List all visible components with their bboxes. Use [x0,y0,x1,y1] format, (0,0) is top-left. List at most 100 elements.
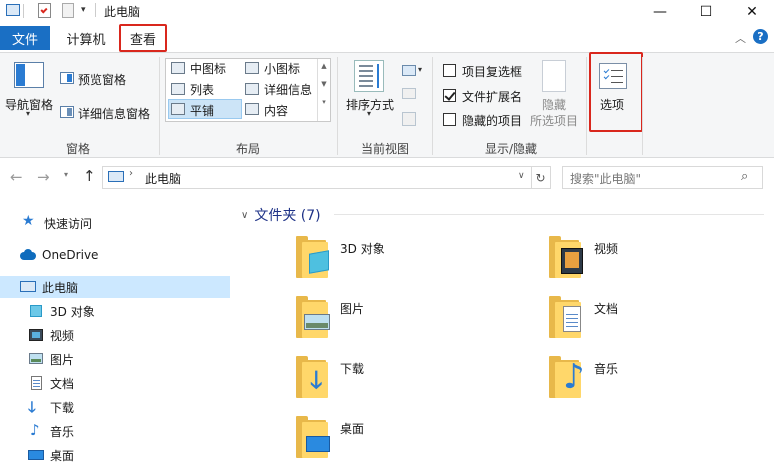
folder-item-pictures[interactable] [296,296,330,338]
ribbon-separator [432,57,433,155]
folder-icon: ♪ [549,356,585,398]
computer-icon [6,4,20,16]
chevron-down-icon: ▾ [418,65,423,74]
divider [95,3,96,17]
sidebar-item-label: 3D 对象 [50,304,95,319]
sidebar-item-onedrive[interactable]: OneDrive [0,244,230,266]
layout-list[interactable]: 列表 [190,81,214,98]
desktop-icon [28,448,44,462]
picture-icon [28,352,44,366]
properties-icon[interactable] [38,3,51,18]
minimize-button[interactable]: — [637,0,683,24]
preview-pane-button[interactable]: 预览窗格 [78,71,126,88]
folder-item-documents[interactable] [549,296,581,338]
folder-label: 3D 对象 [340,242,385,256]
sidebar-item-label: OneDrive [42,248,99,262]
small-icons-icon [245,62,259,74]
up-arrow-icon[interactable]: ↑ [83,167,96,185]
tiles-icon [171,103,185,115]
address-dropdown-icon[interactable]: ∨ [518,171,525,181]
layout-tiles[interactable]: 平铺 [190,102,214,119]
section-header-folders[interactable]: ∨ 文件夹 (7) [241,205,321,225]
medium-icons-icon [171,62,185,74]
ribbon-separator [337,57,338,155]
help-icon[interactable]: ? [753,29,768,44]
details-icon [245,83,259,95]
folder-item-videos[interactable] [549,236,583,278]
back-arrow-icon[interactable]: ← [10,168,23,186]
ribbon-separator [642,57,643,155]
folder-icon: 🡓 [296,356,328,398]
recent-locations-icon[interactable]: ▾ [64,170,68,179]
tab-view-highlight [119,24,167,52]
sidebar-item-desktop[interactable]: 桌面 [0,444,230,466]
folder-icon [549,236,583,278]
computer-icon [108,171,124,182]
file-extensions-label[interactable]: 文件扩展名 [462,88,522,105]
details-pane-button[interactable]: 详细信息窗格 [78,105,150,122]
breadcrumb-separator[interactable]: › [129,168,133,179]
sidebar-item-quick-access[interactable]: ★ 快速访问 [0,212,230,234]
collapse-ribbon-icon[interactable]: ︿ [735,30,746,46]
customize-toolbar-icon[interactable]: ▾ [81,5,86,15]
sidebar-item-label: 桌面 [50,448,75,463]
item-checkboxes-checkbox[interactable] [443,64,456,77]
details-pane-icon [60,106,74,118]
hidden-items-label[interactable]: 隐藏的项目 [462,112,522,129]
sidebar-item-3d-objects[interactable]: 3D 对象 [0,300,230,322]
hidden-items-checkbox[interactable] [443,113,456,126]
sidebar-item-videos[interactable]: 视频 [0,324,230,346]
download-icon: 🡓 [28,398,36,416]
layout-content[interactable]: 内容 [264,102,288,119]
hide-selected-label-2: 所选项目 [530,114,579,128]
folder-item-3d-objects[interactable] [296,236,329,278]
ribbon-separator [159,57,160,155]
file-extensions-checkbox[interactable] [443,89,456,102]
sidebar-item-this-pc[interactable]: 此电脑 [0,276,230,298]
chevron-down-icon: ∨ [241,209,249,221]
item-checkboxes-label[interactable]: 项目复选框 [462,63,522,80]
cube-icon [28,304,44,318]
group-label-show-hide: 显示/隐藏 [484,142,538,156]
folder-label: 桌面 [340,422,365,436]
tab-file[interactable]: 文件 [0,26,50,50]
video-icon [28,328,44,342]
folder-item-desktop[interactable] [296,416,330,458]
forward-arrow-icon[interactable]: → [37,168,50,186]
ribbon-separator [586,57,587,155]
layout-details[interactable]: 详细信息 [264,81,312,98]
chevron-down-icon: ▾ [367,109,372,118]
layout-small-icons[interactable]: 小图标 [264,60,300,77]
folder-item-downloads[interactable]: 🡓 [296,356,328,398]
search-icon[interactable]: ⌕ [741,169,748,184]
refresh-icon[interactable]: ↻ [531,166,551,189]
breadcrumb-this-pc[interactable]: 此电脑 [145,170,181,187]
folder-label: 文档 [594,302,619,316]
group-label-panes: 窗格 [65,142,90,156]
new-folder-icon[interactable] [62,3,74,18]
group-label-current-view: 当前视图 [360,142,409,156]
sidebar-item-documents[interactable]: 文档 [0,372,230,394]
group-by-icon[interactable] [402,65,416,76]
computer-icon [20,280,36,294]
download-icon: 🡓 [310,366,323,394]
music-icon: ♪ [30,421,40,439]
tab-computer[interactable]: 计算机 [58,26,114,50]
sidebar-item-label: 视频 [50,328,75,343]
maximize-button[interactable]: ☐ [683,0,729,24]
sidebar-item-label: 文档 [50,376,75,391]
close-button[interactable]: ✕ [729,0,774,24]
sidebar-item-music[interactable]: ♪ 音乐 [0,420,230,442]
layout-scrollbar[interactable]: ▲ ▼ ▾ [317,59,330,121]
sidebar-item-pictures[interactable]: 图片 [0,348,230,370]
size-columns-icon [402,112,416,126]
layout-medium-icons[interactable]: 中图标 [190,60,226,77]
cloud-icon [20,248,36,262]
folder-label: 下载 [340,362,365,376]
sidebar-item-downloads[interactable]: 🡓 下载 [0,396,230,418]
add-columns-icon [402,88,416,99]
folder-item-music[interactable]: ♪ [549,356,585,398]
document-icon [28,376,44,390]
sidebar-item-label: 音乐 [50,424,75,439]
sidebar-item-label: 此电脑 [42,280,79,295]
